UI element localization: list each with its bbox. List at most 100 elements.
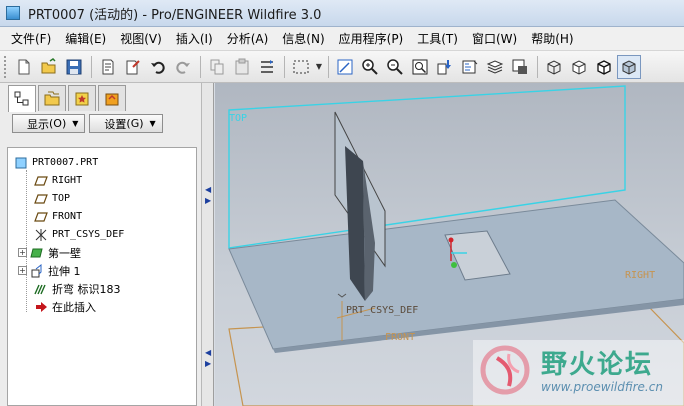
datum-plane-icon — [34, 174, 48, 188]
expand-toggle[interactable]: + — [18, 266, 27, 275]
tree-item-label: TOP — [52, 193, 71, 204]
tree-item-label: FRONT — [52, 211, 83, 222]
menu-info[interactable]: 信息(N) — [275, 30, 331, 47]
main-toolbar: ▼ — [0, 51, 684, 83]
zoom-in-icon[interactable] — [358, 55, 382, 79]
toolbar-separator — [91, 55, 92, 78]
forum-watermark: 野火论坛 www.proewildfire.cn — [473, 340, 684, 406]
tree-item-bend[interactable]: 折弯 标识183 — [34, 280, 121, 297]
wireframe-icon[interactable] — [542, 55, 566, 79]
folder-browser-icon — [44, 91, 60, 105]
no-hidden-icon[interactable] — [592, 55, 616, 79]
datum-label-front[interactable]: FRONT — [385, 332, 415, 343]
menu-view[interactable]: 视图(V) — [113, 30, 169, 47]
tree-item-right[interactable]: RIGHT — [34, 172, 82, 189]
datum-label-top[interactable]: TOP — [229, 113, 247, 124]
menu-help[interactable]: 帮助(H) — [524, 30, 580, 47]
show-dropdown-button[interactable]: 显示 (O) ▼ — [12, 114, 86, 133]
collapse-right-icon[interactable]: ▶ — [205, 197, 211, 205]
toolbar-separator — [200, 55, 201, 78]
chevron-down-icon: ▼ — [72, 119, 79, 128]
reorient-icon[interactable] — [433, 55, 457, 79]
navigator-tabs — [8, 85, 128, 112]
tree-item-insert-here[interactable]: 在此插入 — [34, 298, 96, 315]
saved-views-icon[interactable] — [458, 55, 482, 79]
collapse-right-icon[interactable]: ▶ — [205, 360, 211, 368]
open-icon[interactable] — [37, 55, 61, 79]
part-icon — [14, 156, 28, 170]
tree-root-label: PRT0007.PRT — [32, 157, 99, 168]
menu-file[interactable]: 文件(F) — [4, 30, 58, 47]
tree-item-label: PRT_CSYS_DEF — [52, 229, 125, 240]
model-tree-tab[interactable] — [8, 85, 36, 112]
menu-window[interactable]: 窗口(W) — [465, 30, 524, 47]
panel-splitter[interactable]: ◀ ▶ ◀ ▶ — [202, 83, 214, 406]
base-wall — [228, 199, 684, 350]
tree-item-front[interactable]: FRONT — [34, 208, 82, 225]
proe-app-icon — [6, 6, 20, 20]
collapse-left-icon[interactable]: ◀ — [205, 349, 211, 357]
select-dropdown-arrow[interactable]: ▼ — [314, 55, 324, 79]
csys-origin-green — [451, 262, 457, 268]
navigator-buttons: 显示 (O) ▼ 设置 (G) ▼ — [12, 114, 167, 133]
menu-applications[interactable]: 应用程序(P) — [332, 30, 411, 47]
window-title: PRT0007 (活动的) - Pro/ENGINEER Wildfire 3.… — [28, 7, 322, 23]
new-icon[interactable] — [12, 55, 36, 79]
layers-icon[interactable] — [483, 55, 507, 79]
zoom-out-icon[interactable] — [383, 55, 407, 79]
refit-icon[interactable] — [408, 55, 432, 79]
tree-item-extrude[interactable]: + 拉伸 1 — [18, 262, 81, 279]
view-manager-icon[interactable] — [508, 55, 532, 79]
menu-insert[interactable]: 插入(I) — [169, 30, 220, 47]
select-box-icon[interactable] — [289, 55, 313, 79]
settings-button-key: (G) — [126, 117, 144, 130]
undo-icon[interactable] — [146, 55, 170, 79]
tree-item-label: 第一壁 — [48, 246, 81, 260]
redo-icon[interactable] — [171, 55, 195, 79]
tree-item-label: 折弯 标识183 — [52, 282, 121, 296]
collapse-left-icon[interactable]: ◀ — [205, 186, 211, 194]
datum-label-csys[interactable]: PRT_CSYS_DEF — [346, 305, 418, 316]
menu-edit[interactable]: 编辑(E) — [58, 30, 113, 47]
shading-icon[interactable] — [617, 54, 641, 79]
datum-label-right[interactable]: RIGHT — [625, 270, 655, 281]
copy-icon[interactable] — [205, 55, 229, 79]
hidden-line-icon[interactable] — [567, 55, 591, 79]
tree-item-label: RIGHT — [52, 175, 83, 186]
menu-bar: 文件(F) 编辑(E) 视图(V) 插入(I) 分析(A) 信息(N) 应用程序… — [0, 27, 684, 51]
print-icon[interactable] — [96, 55, 120, 79]
menu-tools[interactable]: 工具(T) — [410, 30, 465, 47]
model-tree[interactable]: PRT0007.PRT RIGHT TOP FRONT PRT_CSYS_DEF… — [7, 147, 197, 406]
menu-analysis[interactable]: 分析(A) — [220, 30, 276, 47]
insert-here-arrow-icon — [34, 300, 48, 314]
coordinate-system-icon — [34, 228, 48, 242]
chevron-down-icon: ▼ — [149, 119, 156, 128]
save-icon[interactable] — [62, 55, 86, 79]
title-bar: PRT0007 (活动的) - Pro/ENGINEER Wildfire 3.… — [0, 0, 684, 27]
paste-special-icon[interactable] — [255, 55, 279, 79]
expand-toggle[interactable]: + — [18, 248, 27, 257]
tree-item-csys[interactable]: PRT_CSYS_DEF — [34, 226, 124, 243]
toolbar-separator — [537, 55, 538, 78]
tree-item-label: 拉伸 1 — [48, 264, 81, 278]
tree-item-top[interactable]: TOP — [34, 190, 70, 207]
tree-root-item[interactable]: PRT0007.PRT — [14, 154, 98, 171]
repaint-icon[interactable] — [333, 55, 357, 79]
sheetmetal-wall-icon — [30, 246, 44, 260]
bend-icon — [34, 282, 48, 296]
tree-connector-line — [26, 170, 27, 312]
show-button-key: (O) — [49, 117, 67, 130]
tree-item-first-wall[interactable]: + 第一壁 — [18, 244, 81, 261]
show-button-label: 显示 — [27, 117, 49, 131]
connections-tab[interactable] — [98, 85, 126, 111]
toolbar-grip[interactable] — [4, 55, 8, 78]
settings-dropdown-button[interactable]: 设置 (G) ▼ — [89, 114, 163, 133]
favorites-tab[interactable] — [68, 85, 96, 111]
favorites-icon — [75, 92, 89, 105]
regenerate-icon[interactable] — [121, 55, 145, 79]
datum-plane-icon — [34, 192, 48, 206]
toolbar-separator — [328, 55, 329, 78]
folder-browser-tab[interactable] — [38, 85, 66, 111]
paste-icon[interactable] — [230, 55, 254, 79]
connections-icon — [105, 93, 119, 105]
